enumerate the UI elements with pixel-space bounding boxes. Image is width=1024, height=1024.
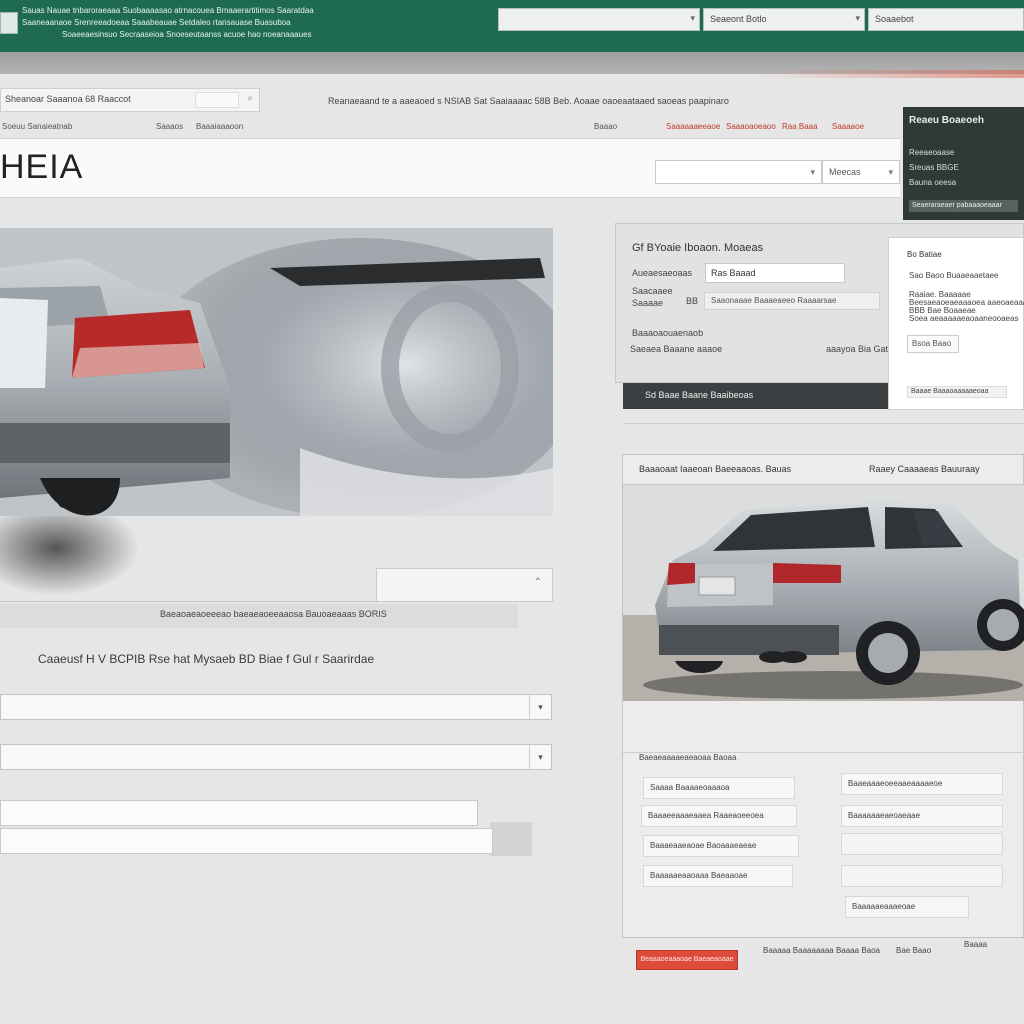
footer-text: Baaaaa Baaaaaaaa Baaaa Baoa bbox=[763, 946, 880, 955]
hero-shadow bbox=[0, 516, 140, 596]
hero-car-illustration bbox=[0, 228, 553, 516]
form-input-1[interactable] bbox=[0, 800, 478, 826]
vehicle-panel-title: Baaaoaat Iaaeoan Baeeaaoas. Bauas bbox=[639, 464, 792, 474]
nav-item-1[interactable]: Soeuu Sanaieatnab bbox=[2, 122, 72, 131]
specs-title: Baeaeaaaaeaeaoaa Baoaa bbox=[639, 753, 737, 762]
search-button[interactable] bbox=[195, 92, 239, 108]
info-field-1[interactable]: Ras Baaad bbox=[705, 263, 845, 283]
details-mini-field[interactable]: Bsoa Baao bbox=[907, 335, 959, 353]
info-label-4: Saeaea Baaane aaaoe bbox=[630, 344, 723, 354]
form-input-2[interactable] bbox=[0, 828, 493, 854]
banner-select-1[interactable]: ▾ bbox=[498, 8, 700, 31]
info-field-2[interactable]: Saaonaaae Baaaeaeeo Raaaarsae bbox=[704, 292, 880, 310]
hero-caption: Baeaoaeaoeeeao baeaeaoeeaaosa Bauoaeaaas… bbox=[160, 609, 387, 619]
spec-cell-right[interactable]: Baaaaaeaaaeoae bbox=[845, 896, 969, 918]
info-label-3: Baaaoaouaenaob bbox=[632, 328, 704, 338]
account-panel-title: Reaeu Boaeoeh bbox=[909, 115, 985, 126]
vehicle-photo bbox=[623, 485, 1024, 701]
info-label-4-right: aaayoa Bia Gatd bbox=[826, 344, 894, 354]
spec-cell[interactable]: Baaaeaaeaoae Baoaaaeaeae bbox=[643, 835, 799, 857]
vehicle-photo-strip bbox=[623, 701, 1024, 753]
spec-cell-right[interactable] bbox=[841, 833, 1003, 855]
search-input-value: Sheanoar Saaanoa 68 Raaccot bbox=[5, 94, 131, 104]
form-title: Caaeusf H V BCPIB Rse hat Mysaeb BD Biae… bbox=[38, 652, 375, 666]
footer-link[interactable]: Baaaa bbox=[964, 940, 987, 949]
spec-cell[interactable]: Saaaa Baaaaeoaaaoa bbox=[643, 777, 795, 799]
spec-cell-right[interactable]: Baaaaaaeaeoaeaae bbox=[841, 805, 1003, 827]
chevron-down-icon: ▾ bbox=[855, 13, 860, 23]
header-select-2[interactable]: Meecas ▾ bbox=[822, 160, 900, 184]
info-label-2b: Saaaae bbox=[632, 298, 664, 308]
banner-select-3[interactable]: Soaaebot bbox=[868, 8, 1024, 31]
accent-glow bbox=[760, 70, 1024, 78]
banner-select-3-value: Soaaebot bbox=[875, 14, 914, 24]
vehicle-panel-header: Baaaoaat Iaaeoan Baeeaaoas. Bauas Raaey … bbox=[623, 455, 1024, 485]
details-card-subtitle: Sao Baoo Buaaeaaetaee bbox=[909, 271, 999, 280]
nav-item-3[interactable]: Baaaiaaaoon bbox=[196, 122, 243, 131]
nav-red-link-2[interactable]: Saaaoaoeaoo bbox=[726, 122, 776, 131]
info-label-2: Saacaaee bbox=[632, 286, 673, 296]
vehicle-panel-links[interactable]: Raaey Caaaaeas Bauuraay bbox=[869, 464, 980, 474]
search-input[interactable]: Sheanoar Saaanoa 68 Raaccot ⌕ bbox=[0, 88, 260, 112]
hero-car-image bbox=[0, 228, 553, 516]
spec-cell-right[interactable] bbox=[841, 865, 1003, 887]
sedan-illustration bbox=[623, 485, 1024, 701]
details-card-title: Bo Batiae bbox=[907, 250, 942, 259]
spec-cell[interactable]: Baaaaaeaaoaaa Baeaaoae bbox=[643, 865, 793, 887]
chevron-down-icon: ▾ bbox=[529, 745, 551, 769]
spec-cell[interactable]: Baaaeeaaaeaaea Raaeaoeeoea bbox=[641, 805, 797, 827]
nav-red-link-3[interactable]: Raa Baaa bbox=[782, 122, 818, 131]
page-tagline: Reanaeaand te a aaeaoed s NSIAB Sat Saai… bbox=[328, 96, 729, 106]
header-select-2-value: Meecas bbox=[829, 167, 861, 177]
app-logo bbox=[0, 12, 18, 34]
account-panel-row[interactable]: Sreuas BBGE bbox=[909, 163, 1018, 172]
account-panel-row[interactable]: Reeaeoaase bbox=[909, 148, 1018, 157]
chevron-down-icon: ▾ bbox=[529, 695, 551, 719]
banner-select-2-value: Seaeont Botlo bbox=[710, 14, 767, 24]
vehicle-panel: Baaaoaat Iaaeoan Baeeaaoas. Bauas Raaey … bbox=[622, 454, 1024, 938]
caret-icon: ⌃ bbox=[533, 577, 542, 588]
banner-line-3: Soaeeaesinsuo Secraaseioa Snoeseutaanss … bbox=[62, 30, 312, 39]
divider bbox=[0, 601, 553, 602]
chevron-down-icon: ▾ bbox=[888, 167, 893, 177]
top-banner: Sauas Nauae tnbaroraeaaa Suobaaaasao atr… bbox=[0, 0, 1024, 52]
nav-red-link-1[interactable]: Saaaaaaeeaoe bbox=[666, 122, 720, 131]
form-select-2[interactable]: ▾ bbox=[0, 744, 552, 770]
details-line: Soea aeaaaaaeaoaaneooaeas bbox=[909, 314, 1019, 323]
banner-select-2[interactable]: Seaeont Botlo ▾ bbox=[703, 8, 865, 31]
hero-input[interactable]: ⌃ bbox=[376, 568, 553, 602]
chevron-down-icon: ▾ bbox=[810, 167, 815, 177]
details-footer-link[interactable]: Baaae Baaaoaaaaaeoaa bbox=[907, 386, 1007, 398]
footer-link[interactable]: Bae Baao bbox=[896, 946, 931, 955]
action-bar[interactable]: Sd Baae Baane Baaibeoas bbox=[623, 383, 888, 409]
chevron-down-icon: ▾ bbox=[690, 13, 695, 23]
account-panel: Reaeu Boaeoeh Reeaeoaase Sreuas BBGE Bau… bbox=[903, 107, 1024, 220]
nav-row: Soeuu Sanaieatnab Saaaos Baaaiaaaoon Baa… bbox=[0, 118, 900, 136]
header-select-1[interactable]: ▾ bbox=[655, 160, 822, 184]
brand-logo[interactable]: HEIA bbox=[0, 148, 83, 187]
banner-line-1: Sauas Nauae tnbaroraeaaa Suobaaaasao atr… bbox=[22, 6, 314, 15]
info-num: BB bbox=[686, 296, 699, 306]
nav-red-link-4[interactable]: Saaaaoe bbox=[832, 122, 864, 131]
primary-action-button[interactable]: Beaaaoeaaaoae Baeaeaoaae bbox=[636, 950, 738, 970]
account-panel-row[interactable]: Bauna oeesa bbox=[909, 178, 1018, 187]
nav-link-right[interactable]: Baaao bbox=[594, 122, 617, 131]
info-panel-title: Gf BYoaie Iboaon. Moaeas bbox=[632, 242, 764, 254]
details-card: Bo Batiae Sao Baoo Buaaeaaetaee Raaiae. … bbox=[888, 237, 1024, 410]
nav-item-2[interactable]: Saaaos bbox=[156, 122, 183, 131]
search-icon[interactable]: ⌕ bbox=[247, 93, 253, 104]
form-select-1[interactable]: ▾ bbox=[0, 694, 552, 720]
account-panel-bar[interactable]: Seaeraraeaer pabaaaoeaaar bbox=[909, 200, 1018, 212]
banner-line-2: Saaneaanaoe Srenreeadoeaa Saaabeauae Set… bbox=[22, 18, 291, 27]
divider bbox=[623, 423, 1024, 424]
input-shadow bbox=[490, 822, 532, 856]
spec-cell-right[interactable]: Baaeaaaeoeeaaeaaaaeoe bbox=[841, 773, 1003, 795]
info-label-1: Aueaesaeoaas bbox=[632, 268, 693, 278]
